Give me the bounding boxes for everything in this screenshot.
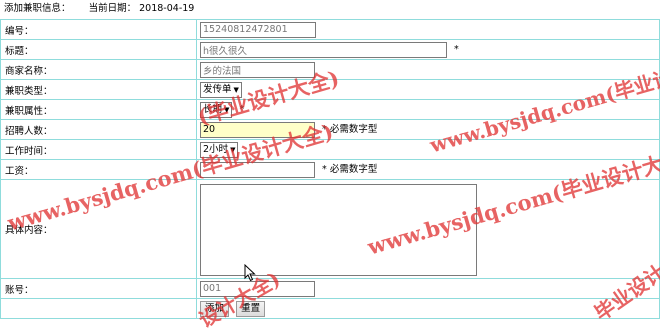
row-wage: 工资： * 必需数字型: [0, 159, 660, 180]
reset-button[interactable]: 重置: [236, 300, 266, 317]
headcount-note: * 必需数字型: [322, 124, 378, 136]
add-parttime-form: 编号： 标题： * 商家名称： 兼职类型： 发传单▼ 兼职属性： 长期▼ *: [0, 19, 660, 319]
date-label: 当前日期：: [88, 3, 137, 14]
content-textarea[interactable]: [200, 184, 478, 276]
title-required-mark: *: [454, 44, 459, 55]
id-field[interactable]: [200, 21, 317, 38]
chevron-down-icon: ▼: [224, 105, 230, 114]
current-date: 2018-04-19: [139, 3, 195, 14]
content-label: 具体内容：: [0, 179, 198, 279]
row-id: 编号：: [0, 19, 660, 40]
header-label: 添加兼职信息：: [4, 3, 71, 14]
page-header: 添加兼职信息： 当前日期： 2018-04-19: [4, 2, 194, 16]
merchant-field[interactable]: [200, 61, 316, 78]
id-label: 编号：: [0, 19, 198, 40]
title-label: 标题：: [0, 39, 198, 60]
worktime-label: 工作时间：: [0, 139, 198, 160]
attr-label: 兼职属性：: [0, 99, 198, 120]
type-label: 兼职类型：: [0, 79, 198, 100]
row-worktime: 工作时间： 2小时 ▼: [0, 139, 660, 160]
row-content: 具体内容：: [0, 179, 660, 279]
add-button[interactable]: 添加: [200, 300, 230, 317]
type-selected-value: 发传单: [203, 83, 232, 95]
row-type: 兼职类型： 发传单 ▼: [0, 79, 660, 100]
row-account: 账号：: [0, 278, 660, 299]
chevron-down-icon: ▼: [230, 145, 236, 154]
chevron-down-icon: ▼: [233, 85, 239, 94]
row-actions: 添加 重置: [0, 298, 660, 319]
attr-required-mark: *: [239, 104, 245, 115]
worktime-select[interactable]: 2小时 ▼: [200, 141, 239, 158]
headcount-field[interactable]: [200, 121, 316, 138]
attr-select[interactable]: 长期 ▼: [200, 101, 233, 118]
title-field[interactable]: [200, 41, 448, 58]
mouse-cursor-icon: [244, 264, 256, 282]
row-merchant: 商家名称：: [0, 59, 660, 80]
account-label: 账号：: [0, 278, 198, 299]
headcount-label: 招聘人数：: [0, 119, 198, 140]
merchant-label: 商家名称：: [0, 59, 198, 80]
worktime-selected-value: 2小时: [203, 143, 229, 155]
attr-selected-value: 长期: [203, 103, 223, 115]
row-attr: 兼职属性： 长期 ▼ *: [0, 99, 660, 120]
row-headcount: 招聘人数： * 必需数字型: [0, 119, 660, 140]
wage-field[interactable]: [200, 161, 316, 178]
wage-label: 工资：: [0, 159, 198, 180]
wage-note: * 必需数字型: [322, 164, 378, 176]
type-select[interactable]: 发传单 ▼: [200, 81, 242, 98]
account-field[interactable]: [200, 280, 316, 297]
row-title: 标题： *: [0, 39, 660, 60]
